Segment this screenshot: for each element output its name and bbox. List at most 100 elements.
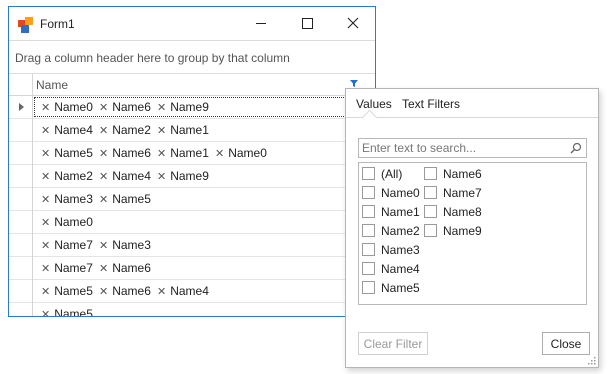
token-chip[interactable]: ✕ Name6	[99, 100, 151, 114]
checkbox[interactable]	[424, 167, 437, 180]
name-cell[interactable]: ✕ Name5	[33, 303, 375, 316]
row-indicator[interactable]	[9, 303, 33, 316]
remove-token-icon[interactable]: ✕	[41, 309, 50, 316]
remove-token-icon[interactable]: ✕	[41, 240, 50, 252]
table-row[interactable]: ✕ Name2 ✕ Name4 ✕ Name9	[9, 165, 375, 188]
name-cell[interactable]: ✕ Name0	[33, 211, 375, 233]
token-chip[interactable]: ✕ Name9	[157, 169, 209, 183]
remove-token-icon[interactable]: ✕	[157, 171, 166, 183]
checkbox[interactable]	[362, 281, 375, 294]
token-chip[interactable]: ✕ Name4	[99, 169, 151, 183]
row-indicator[interactable]	[9, 188, 33, 211]
token-chip[interactable]: ✕ Name0	[41, 215, 93, 229]
search-input[interactable]	[359, 139, 567, 157]
maximize-button[interactable]	[284, 7, 330, 39]
token-chip[interactable]: ✕ Name1	[157, 123, 209, 137]
remove-token-icon[interactable]: ✕	[157, 286, 166, 298]
remove-token-icon[interactable]: ✕	[157, 102, 166, 114]
remove-token-icon[interactable]: ✕	[41, 171, 50, 183]
remove-token-icon[interactable]: ✕	[41, 194, 50, 206]
remove-token-icon[interactable]: ✕	[41, 148, 50, 160]
tab-values[interactable]: Values	[356, 97, 392, 111]
name-cell[interactable]: ✕ Name7 ✕ Name6	[33, 257, 375, 279]
table-row[interactable]: ✕ Name3 ✕ Name5	[9, 188, 375, 211]
token-chip[interactable]: ✕ Name5	[99, 192, 151, 206]
remove-token-icon[interactable]: ✕	[99, 171, 108, 183]
token-chip[interactable]: ✕ Name7	[41, 238, 93, 252]
table-row[interactable]: ✕ Name7 ✕ Name3	[9, 234, 375, 257]
checkbox[interactable]	[362, 243, 375, 256]
checkbox[interactable]	[424, 205, 437, 218]
token-chip[interactable]: ✕ Name6	[99, 261, 151, 275]
remove-token-icon[interactable]: ✕	[157, 148, 166, 160]
remove-token-icon[interactable]: ✕	[99, 194, 108, 206]
remove-token-icon[interactable]: ✕	[99, 286, 108, 298]
row-indicator[interactable]	[9, 119, 33, 142]
token-chip[interactable]: ✕ Name0	[215, 146, 267, 160]
token-chip[interactable]: ✕ Name5	[41, 146, 93, 160]
token-chip[interactable]: ✕ Name5	[41, 284, 93, 298]
name-cell[interactable]: ✕ Name4 ✕ Name2 ✕ Name1	[33, 119, 375, 141]
token-chip[interactable]: ✕ Name7	[41, 261, 93, 275]
name-cell[interactable]: ✕ Name3 ✕ Name5	[33, 188, 375, 210]
search-box[interactable]	[358, 138, 587, 158]
table-row[interactable]: ✕ Name5 ✕ Name6 ✕ Name1 ✕ Name0	[9, 142, 375, 165]
remove-token-icon[interactable]: ✕	[99, 102, 108, 114]
remove-token-icon[interactable]: ✕	[41, 286, 50, 298]
table-row[interactable]: ✕ Name7 ✕ Name6	[9, 257, 375, 280]
remove-token-icon[interactable]: ✕	[215, 148, 224, 160]
table-row[interactable]: ✕ Name0	[9, 211, 375, 234]
remove-token-icon[interactable]: ✕	[41, 217, 50, 229]
token-chip[interactable]: ✕ Name2	[41, 169, 93, 183]
table-row[interactable]: ✕ Name5	[9, 303, 375, 316]
row-indicator[interactable]	[9, 142, 33, 165]
table-row[interactable]: ✕ Name5 ✕ Name6 ✕ Name4	[9, 280, 375, 303]
close-button[interactable]: Close	[542, 332, 590, 355]
minimize-button[interactable]	[238, 7, 284, 39]
column-header-name[interactable]: Name	[36, 78, 68, 92]
name-cell[interactable]: ✕ Name7 ✕ Name3	[33, 234, 375, 256]
token-chip[interactable]: ✕ Name9	[157, 100, 209, 114]
remove-token-icon[interactable]: ✕	[99, 263, 108, 275]
token-chip[interactable]: ✕ Name3	[41, 192, 93, 206]
remove-token-icon[interactable]: ✕	[41, 263, 50, 275]
checkbox[interactable]	[424, 224, 437, 237]
title-bar[interactable]: Form1	[9, 7, 375, 40]
row-indicator[interactable]	[9, 280, 33, 303]
close-window-button[interactable]	[330, 7, 376, 39]
remove-token-icon[interactable]: ✕	[157, 125, 166, 137]
row-indicator[interactable]	[9, 234, 33, 257]
token-chip[interactable]: ✕ Name0	[41, 100, 93, 114]
remove-token-icon[interactable]: ✕	[99, 240, 108, 252]
row-indicator[interactable]	[9, 96, 33, 119]
token-chip[interactable]: ✕ Name3	[99, 238, 151, 252]
name-cell[interactable]: ✕ Name5 ✕ Name6 ✕ Name1 ✕ Name0	[33, 142, 375, 164]
checkbox[interactable]	[424, 186, 437, 199]
remove-token-icon[interactable]: ✕	[99, 125, 108, 137]
group-panel[interactable]: Drag a column header here to group by th…	[9, 40, 375, 74]
table-row[interactable]: ✕ Name4 ✕ Name2 ✕ Name1	[9, 119, 375, 142]
checkbox[interactable]	[362, 224, 375, 237]
token-chip[interactable]: ✕ Name4	[157, 284, 209, 298]
clear-filter-button[interactable]: Clear Filter	[358, 332, 428, 355]
checkbox[interactable]	[362, 262, 375, 275]
token-chip[interactable]: ✕ Name5	[41, 307, 93, 316]
remove-token-icon[interactable]: ✕	[41, 102, 50, 114]
checkbox[interactable]	[362, 205, 375, 218]
tab-text-filters[interactable]: Text Filters	[402, 97, 460, 111]
remove-token-icon[interactable]: ✕	[41, 125, 50, 137]
token-chip[interactable]: ✕ Name1	[157, 146, 209, 160]
name-cell[interactable]: ✕ Name5 ✕ Name6 ✕ Name4	[33, 280, 375, 302]
table-row[interactable]: ✕ Name0 ✕ Name6 ✕ Name9	[9, 96, 375, 119]
checkbox[interactable]	[362, 186, 375, 199]
resize-grip-icon[interactable]	[588, 357, 596, 365]
token-chip[interactable]: ✕ Name4	[41, 123, 93, 137]
checkbox[interactable]	[362, 167, 375, 180]
name-cell[interactable]: ✕ Name0 ✕ Name6 ✕ Name9	[33, 96, 375, 118]
token-chip[interactable]: ✕ Name6	[99, 284, 151, 298]
row-indicator[interactable]	[9, 165, 33, 188]
remove-token-icon[interactable]: ✕	[99, 148, 108, 160]
token-chip[interactable]: ✕ Name6	[99, 146, 151, 160]
name-cell[interactable]: ✕ Name2 ✕ Name4 ✕ Name9	[33, 165, 375, 187]
token-chip[interactable]: ✕ Name2	[99, 123, 151, 137]
